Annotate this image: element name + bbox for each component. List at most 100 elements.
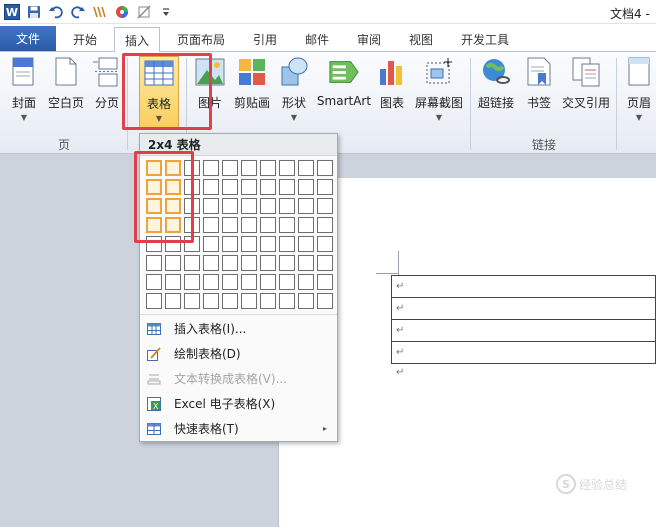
table-grid-cell[interactable] [298, 160, 314, 176]
table-grid-cell[interactable] [165, 274, 181, 290]
table-grid-cell[interactable] [317, 198, 333, 214]
table-grid-cell[interactable] [317, 255, 333, 271]
table-grid-cell[interactable] [317, 236, 333, 252]
clear-format-icon[interactable] [134, 2, 154, 22]
document-table[interactable]: ↵ ↵ ↵ ↵ [391, 275, 656, 364]
table-grid-cell[interactable] [298, 255, 314, 271]
table-grid-cell[interactable] [203, 255, 219, 271]
table-grid-cell[interactable] [317, 217, 333, 233]
table-grid-cell[interactable] [222, 274, 238, 290]
table-grid-cell[interactable] [222, 255, 238, 271]
table-grid-cell[interactable] [203, 236, 219, 252]
table-grid-cell[interactable] [298, 293, 314, 309]
blank-page-button[interactable]: 空白页 [46, 56, 86, 130]
table-cell[interactable]: ↵ [391, 297, 656, 320]
table-grid-cell[interactable] [203, 274, 219, 290]
table-grid-cell[interactable] [279, 179, 295, 195]
table-grid-cell[interactable] [222, 198, 238, 214]
table-grid-cell[interactable] [203, 179, 219, 195]
table-grid-cell[interactable] [146, 293, 162, 309]
tab-file[interactable]: 文件 [0, 26, 56, 51]
convert-text-to-table-menu-item[interactable]: 文本转换成表格(V)... [140, 366, 337, 391]
clip-art-button[interactable]: 剪贴画 [232, 56, 272, 130]
table-grid-cell[interactable] [203, 160, 219, 176]
table-grid-cell[interactable] [184, 255, 200, 271]
table-grid-cell[interactable] [260, 293, 276, 309]
page-break-button[interactable]: 分页 [92, 56, 122, 130]
table-grid-cell[interactable] [165, 255, 181, 271]
table-grid-cell[interactable] [279, 293, 295, 309]
tab-developer[interactable]: 开发工具 [452, 28, 518, 51]
table-grid-cell[interactable] [279, 160, 295, 176]
table-grid-cell[interactable] [222, 293, 238, 309]
table-grid-cell[interactable] [260, 274, 276, 290]
table-grid-cell[interactable] [260, 217, 276, 233]
table-cell[interactable]: ↵ [391, 275, 656, 298]
bookmark-button[interactable]: 书签 [522, 56, 556, 130]
hyperlink-button[interactable]: 超链接 [474, 56, 518, 130]
table-grid-cell[interactable] [260, 160, 276, 176]
table-grid-cell[interactable] [279, 198, 295, 214]
table-grid-cell[interactable] [279, 274, 295, 290]
cross-reference-button[interactable]: 交叉引用 [560, 56, 612, 130]
table-grid-cell[interactable] [222, 179, 238, 195]
table-grid-cell[interactable] [298, 274, 314, 290]
table-grid-cell[interactable] [241, 179, 257, 195]
tab-review[interactable]: 审阅 [346, 28, 392, 51]
table-grid-cell[interactable] [241, 274, 257, 290]
table-grid-cell[interactable] [298, 217, 314, 233]
table-grid-cell[interactable] [260, 179, 276, 195]
table-grid-cell[interactable] [317, 293, 333, 309]
table-cell[interactable]: ↵ [391, 341, 656, 364]
table-grid-cell[interactable] [203, 198, 219, 214]
cover-page-button[interactable]: 封面 ▼ [6, 56, 42, 130]
table-grid-cell[interactable] [241, 236, 257, 252]
table-grid-cell[interactable] [317, 274, 333, 290]
tab-home[interactable]: 开始 [60, 28, 110, 51]
undo-icon[interactable] [46, 2, 66, 22]
table-grid-cell[interactable] [317, 179, 333, 195]
customize-toolbar-icon[interactable] [156, 2, 176, 22]
tab-insert[interactable]: 插入 [114, 27, 160, 52]
table-grid-cell[interactable] [241, 293, 257, 309]
excel-spreadsheet-menu-item[interactable]: X Excel 电子表格(X) [140, 391, 337, 416]
word-app-icon[interactable]: W [2, 2, 22, 22]
table-grid-cell[interactable] [260, 236, 276, 252]
tab-page-layout[interactable]: 页面布局 [168, 28, 234, 51]
table-grid-cell[interactable] [241, 217, 257, 233]
save-icon[interactable] [24, 2, 44, 22]
table-grid-cell[interactable] [241, 198, 257, 214]
table-grid-cell[interactable] [298, 236, 314, 252]
color-wheel-icon[interactable] [112, 2, 132, 22]
header-button[interactable]: 页眉 ▼ [624, 56, 654, 130]
table-grid-cell[interactable] [203, 293, 219, 309]
table-grid-cell[interactable] [203, 217, 219, 233]
screenshot-button[interactable]: 屏幕截图 ▼ [412, 56, 466, 130]
table-cell[interactable]: ↵ [391, 319, 656, 342]
table-grid-cell[interactable] [260, 255, 276, 271]
table-grid-cell[interactable] [241, 255, 257, 271]
tab-references[interactable]: 引用 [242, 28, 288, 51]
table-grid-cell[interactable] [279, 255, 295, 271]
table-grid-cell[interactable] [184, 293, 200, 309]
quick-tables-menu-item[interactable]: 快速表格(T) ▸ [140, 416, 337, 441]
shapes-button[interactable]: 形状 ▼ [278, 56, 310, 130]
draw-table-menu-item[interactable]: 绘制表格(D) [140, 341, 337, 366]
table-grid-cell[interactable] [317, 160, 333, 176]
table-grid-cell[interactable] [222, 217, 238, 233]
table-grid-cell[interactable] [222, 160, 238, 176]
table-grid-cell[interactable] [184, 274, 200, 290]
tab-view[interactable]: 视图 [398, 28, 444, 51]
insert-table-menu-item[interactable]: 插入表格(I)... [140, 316, 337, 341]
table-grid-cell[interactable] [146, 255, 162, 271]
table-grid-cell[interactable] [146, 274, 162, 290]
table-grid-cell[interactable] [279, 217, 295, 233]
format-painter-icon[interactable] [90, 2, 110, 22]
tab-mailings[interactable]: 邮件 [294, 28, 340, 51]
chart-button[interactable]: 图表 [376, 56, 408, 130]
redo-icon[interactable] [68, 2, 88, 22]
table-grid-cell[interactable] [222, 236, 238, 252]
table-grid-cell[interactable] [298, 179, 314, 195]
table-grid-cell[interactable] [279, 236, 295, 252]
table-grid-cell[interactable] [260, 198, 276, 214]
